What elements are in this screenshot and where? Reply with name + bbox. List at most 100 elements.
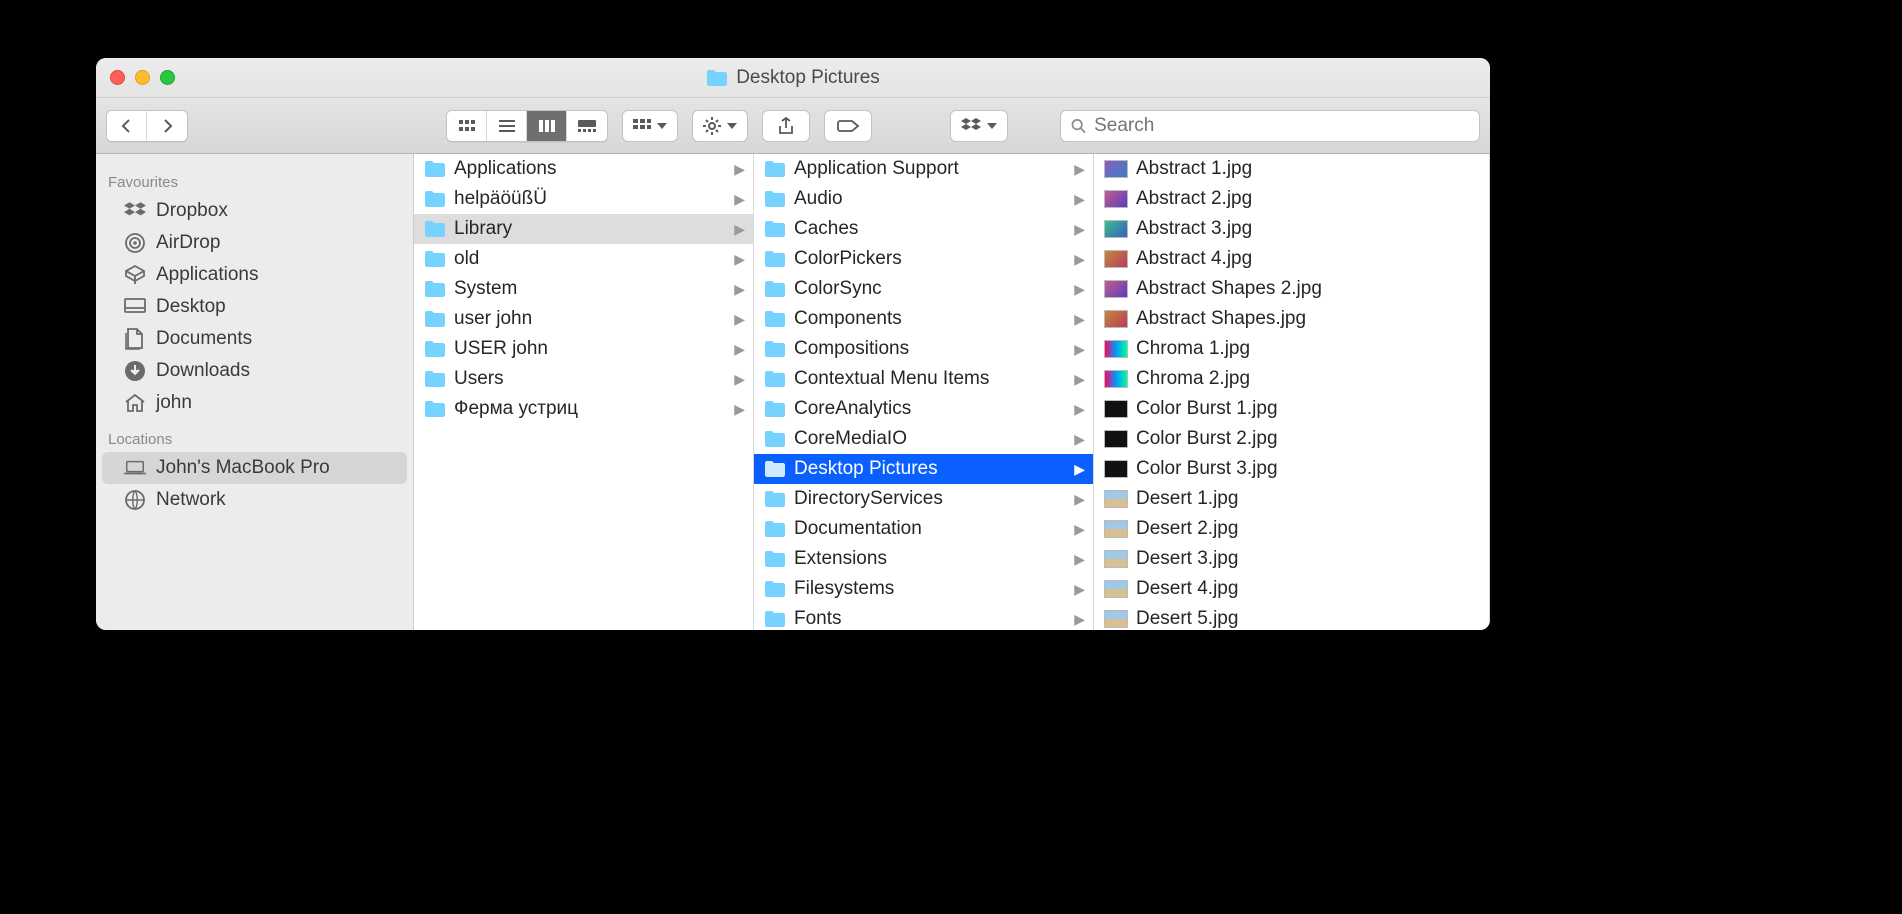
folder-row[interactable]: Filesystems▶ xyxy=(754,574,1093,604)
file-row[interactable]: Chroma 1.jpg xyxy=(1094,334,1489,364)
folder-row[interactable]: Compositions▶ xyxy=(754,334,1093,364)
row-label: DirectoryServices xyxy=(794,488,943,510)
folder-icon xyxy=(764,310,786,328)
sidebar-item-desktop[interactable]: Desktop xyxy=(102,291,407,323)
file-row[interactable]: Desert 1.jpg xyxy=(1094,484,1489,514)
sidebar-item-documents[interactable]: Documents xyxy=(102,323,407,355)
back-button[interactable] xyxy=(107,111,147,141)
folder-row[interactable]: Applications▶ xyxy=(414,154,753,184)
sidebar-item-label: Documents xyxy=(156,328,252,350)
row-label: Abstract 3.jpg xyxy=(1136,218,1252,240)
image-thumbnail xyxy=(1104,430,1128,448)
folder-icon xyxy=(424,250,446,268)
folder-row[interactable]: Application Support▶ xyxy=(754,154,1093,184)
file-row[interactable]: Chroma 2.jpg xyxy=(1094,364,1489,394)
chevron-right-icon: ▶ xyxy=(1074,581,1085,598)
file-row[interactable]: Abstract Shapes 2.jpg xyxy=(1094,274,1489,304)
sidebar: FavouritesDropboxAirDropApplicationsDesk… xyxy=(96,154,414,630)
file-row[interactable]: Desert 2.jpg xyxy=(1094,514,1489,544)
action-button[interactable] xyxy=(692,110,748,142)
folder-row[interactable]: Users▶ xyxy=(414,364,753,394)
folder-icon xyxy=(706,69,728,87)
dropbox-icon xyxy=(124,200,146,222)
folder-icon xyxy=(764,400,786,418)
folder-row[interactable]: ColorPickers▶ xyxy=(754,244,1093,274)
row-label: old xyxy=(454,248,479,270)
file-row[interactable]: Color Burst 3.jpg xyxy=(1094,454,1489,484)
column-2: Abstract 1.jpg Abstract 2.jpg Abstract 3.j… xyxy=(1094,154,1490,630)
image-thumbnail xyxy=(1104,190,1128,208)
row-label: Abstract Shapes 2.jpg xyxy=(1136,278,1322,300)
folder-icon xyxy=(764,160,786,178)
icon-view-button[interactable] xyxy=(447,111,487,141)
folder-row[interactable]: old▶ xyxy=(414,244,753,274)
column-view-button[interactable] xyxy=(527,111,567,141)
file-row[interactable]: Abstract 3.jpg xyxy=(1094,214,1489,244)
sidebar-item-john[interactable]: john xyxy=(102,387,407,419)
folder-row[interactable]: DirectoryServices ▶ xyxy=(754,484,1093,514)
row-label: ColorPickers xyxy=(794,248,902,270)
sidebar-item-downloads[interactable]: Downloads xyxy=(102,355,407,387)
dropbox-button[interactable] xyxy=(950,110,1008,142)
file-row[interactable]: Desert 5.jpg xyxy=(1094,604,1489,630)
folder-icon xyxy=(764,430,786,448)
folder-row[interactable]: CoreAnalytics▶ xyxy=(754,394,1093,424)
view-mode-buttons xyxy=(446,110,608,142)
gallery-view-button[interactable] xyxy=(567,111,607,141)
folder-row[interactable]: Documentation▶ xyxy=(754,514,1093,544)
forward-button[interactable] xyxy=(147,111,187,141)
arrange-button[interactable] xyxy=(622,110,678,142)
share-button[interactable] xyxy=(762,110,810,142)
chevron-right-icon: ▶ xyxy=(1074,491,1085,508)
row-label: Chroma 1.jpg xyxy=(1136,338,1250,360)
folder-row[interactable]: Components▶ xyxy=(754,304,1093,334)
file-row[interactable]: Abstract 1.jpg xyxy=(1094,154,1489,184)
sidebar-item-applications[interactable]: Applications xyxy=(102,259,407,291)
image-thumbnail xyxy=(1104,460,1128,478)
folder-row[interactable]: CoreMediaIO▶ xyxy=(754,424,1093,454)
sidebar-item-airdrop[interactable]: AirDrop xyxy=(102,227,407,259)
toolbar xyxy=(96,98,1490,154)
window-title: Desktop Pictures xyxy=(96,67,1490,89)
row-label: Caches xyxy=(794,218,858,240)
file-row[interactable]: Abstract 4.jpg xyxy=(1094,244,1489,274)
sidebar-item-john-s-macbook-pro[interactable]: John's MacBook Pro xyxy=(102,452,407,484)
folder-row[interactable]: System▶ xyxy=(414,274,753,304)
minimize-button[interactable] xyxy=(135,70,150,85)
folder-row[interactable]: USER john▶ xyxy=(414,334,753,364)
file-row[interactable]: Color Burst 1.jpg xyxy=(1094,394,1489,424)
folder-row[interactable]: Library▶ xyxy=(414,214,753,244)
file-row[interactable]: Desert 4.jpg xyxy=(1094,574,1489,604)
file-row[interactable]: Color Burst 2.jpg xyxy=(1094,424,1489,454)
file-row[interactable]: Desert 3.jpg xyxy=(1094,544,1489,574)
file-row[interactable]: Abstract Shapes.jpg xyxy=(1094,304,1489,334)
folder-row[interactable]: Ферма устриц▶ xyxy=(414,394,753,424)
sidebar-item-dropbox[interactable]: Dropbox xyxy=(102,195,407,227)
chevron-right-icon: ▶ xyxy=(734,311,745,328)
row-label: Documentation xyxy=(794,518,922,540)
row-label: Color Burst 1.jpg xyxy=(1136,398,1278,420)
folder-row[interactable]: Desktop Pictures▶ xyxy=(754,454,1093,484)
sidebar-item-network[interactable]: Network xyxy=(102,484,407,516)
chevron-right-icon: ▶ xyxy=(734,341,745,358)
dropbox-icon xyxy=(961,118,981,134)
folder-row[interactable]: Contextual Menu Items▶ xyxy=(754,364,1093,394)
tags-button[interactable] xyxy=(824,110,872,142)
airdrop-icon xyxy=(124,232,146,254)
file-row[interactable]: Abstract 2.jpg xyxy=(1094,184,1489,214)
folder-row[interactable]: helpäöüßÜ▶ xyxy=(414,184,753,214)
image-thumbnail xyxy=(1104,160,1128,178)
zoom-button[interactable] xyxy=(160,70,175,85)
folder-row[interactable]: Extensions▶ xyxy=(754,544,1093,574)
list-view-button[interactable] xyxy=(487,111,527,141)
folder-row[interactable]: Caches▶ xyxy=(754,214,1093,244)
folder-row[interactable]: Fonts▶ xyxy=(754,604,1093,630)
folder-icon xyxy=(764,580,786,598)
close-button[interactable] xyxy=(110,70,125,85)
row-label: Abstract 2.jpg xyxy=(1136,188,1252,210)
folder-row[interactable]: Audio▶ xyxy=(754,184,1093,214)
row-label: Desert 1.jpg xyxy=(1136,488,1238,510)
folder-row[interactable]: ColorSync▶ xyxy=(754,274,1093,304)
folder-row[interactable]: user john▶ xyxy=(414,304,753,334)
search-input[interactable] xyxy=(1094,115,1469,137)
